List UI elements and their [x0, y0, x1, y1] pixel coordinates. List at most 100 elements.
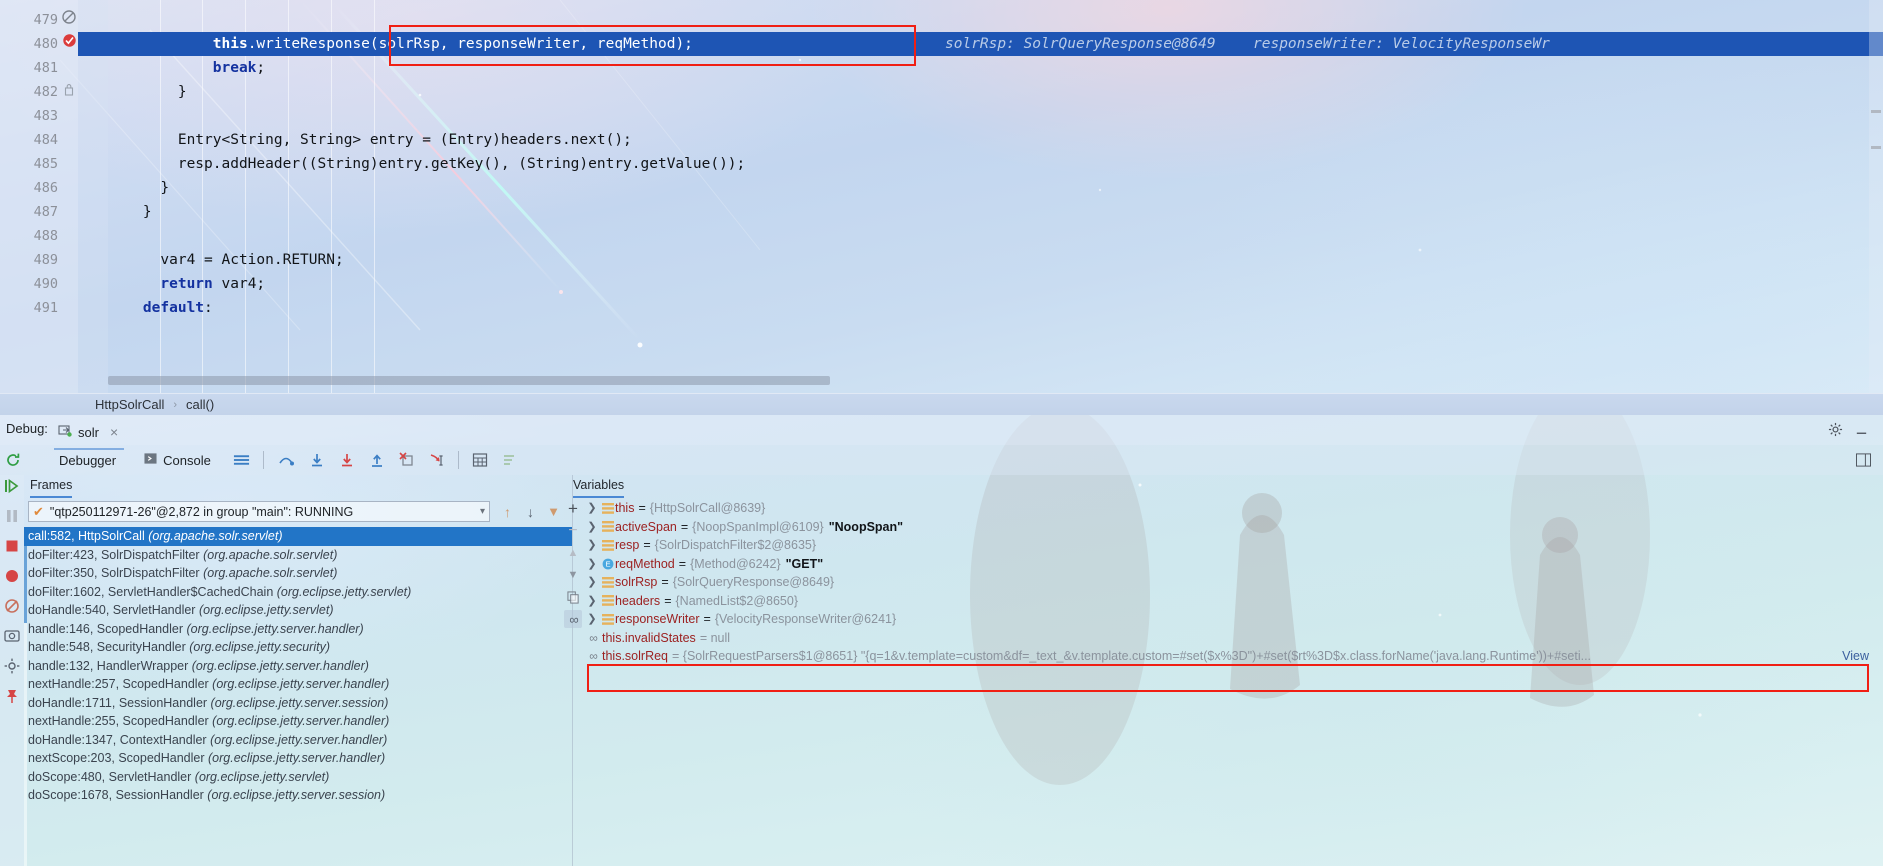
- frame-method: nextScope:203, ScopedHandler: [28, 751, 208, 765]
- view-link[interactable]: View: [1842, 647, 1869, 666]
- layout-icon[interactable]: [226, 445, 257, 475]
- close-icon[interactable]: ×: [110, 424, 118, 440]
- variables-tab-row[interactable]: Variables: [573, 475, 1883, 500]
- run-to-cursor-icon[interactable]: [422, 445, 452, 475]
- frame-row[interactable]: doFilter:350, SolrDispatchFilter (org.ap…: [24, 564, 572, 583]
- inlay-hint-solrrsp: solrRsp: SolrQueryResponse@8649: [945, 36, 1216, 52]
- variable-row[interactable]: ❯ this = {HttpSolrCall@8639}: [584, 499, 1883, 518]
- frame-row[interactable]: doFilter:423, SolrDispatchFilter (org.ap…: [24, 546, 572, 565]
- frame-row[interactable]: doScope:480, ServletHandler (org.eclipse…: [24, 768, 572, 787]
- pin-icon[interactable]: [3, 687, 21, 705]
- frame-package: (org.eclipse.jetty.server.handler): [186, 621, 364, 636]
- mute-breakpoints-rail-icon[interactable]: [3, 597, 21, 615]
- step-into-icon[interactable]: [302, 445, 332, 475]
- watch-row[interactable]: ∞ this.solrReq = {SolrRequestParsers$1@86…: [584, 647, 1883, 666]
- frame-row[interactable]: nextHandle:257, ScopedHandler (org.eclip…: [24, 675, 572, 694]
- variable-row[interactable]: ❯ resp = {SolrDispatchFilter$2@8635}: [584, 536, 1883, 555]
- breadcrumb-item-class[interactable]: HttpSolrCall: [95, 397, 164, 412]
- chevron-right-icon[interactable]: ❯: [584, 610, 600, 629]
- copy-icon[interactable]: [564, 588, 582, 606]
- chevron-right-icon[interactable]: ❯: [584, 518, 600, 537]
- chevron-right-icon[interactable]: ❯: [584, 555, 600, 574]
- breakpoint-icon[interactable]: [60, 32, 78, 56]
- variable-name: reqMethod: [615, 556, 675, 571]
- frame-row[interactable]: doHandle:1711, SessionHandler (org.eclip…: [24, 694, 572, 713]
- resume-program-icon[interactable]: [3, 477, 21, 495]
- gear-icon[interactable]: [1828, 422, 1843, 440]
- debug-toolbar[interactable]: Debugger Console: [0, 445, 1883, 475]
- frames-nav-buttons[interactable]: ↑ ↓ ▼: [496, 501, 565, 522]
- step-over-icon[interactable]: [270, 445, 302, 475]
- settings-rail-icon[interactable]: [3, 627, 21, 645]
- frame-row[interactable]: call:582, HttpSolrCall (org.apache.solr.…: [24, 527, 572, 546]
- step-out-icon[interactable]: [362, 445, 392, 475]
- chevron-right-icon[interactable]: ❯: [584, 573, 600, 592]
- arrow-up-icon[interactable]: ↑: [496, 504, 519, 520]
- move-up-icon[interactable]: ▲: [564, 544, 582, 562]
- variable-row[interactable]: ❯ EreqMethod = {Method@6242} "GET": [584, 555, 1883, 574]
- console-icon: [144, 452, 157, 468]
- arrow-down-icon[interactable]: ↓: [519, 504, 542, 520]
- disabled-breakpoint-icon[interactable]: [60, 8, 78, 32]
- pause-program-icon[interactable]: [3, 507, 21, 525]
- breadcrumb[interactable]: HttpSolrCall › call(): [0, 393, 1883, 415]
- variable-row[interactable]: ❯ headers = {NamedList$2@8650}: [584, 592, 1883, 611]
- variable-name: solrRsp: [615, 575, 658, 589]
- variable-row[interactable]: ❯ activeSpan = {NoopSpanImpl@6109} "NoopSpan…: [584, 518, 1883, 537]
- variables-rail[interactable]: + − ▲ ▼ ∞: [562, 499, 584, 866]
- toolbar-separator: [457, 451, 459, 469]
- variables-list[interactable]: ❯ this = {HttpSolrCall@8639} ❯ activeSpan = {No…: [584, 499, 1883, 866]
- chevron-right-icon[interactable]: ❯: [584, 499, 600, 518]
- stop-program-icon[interactable]: [3, 537, 21, 555]
- view-breakpoints-icon[interactable]: [3, 567, 21, 585]
- remove-watch-icon[interactable]: −: [564, 522, 582, 540]
- scrollbar-marker[interactable]: [1871, 110, 1881, 113]
- breadcrumb-item-method[interactable]: call(): [186, 397, 214, 412]
- frame-row[interactable]: doHandle:540, ServletHandler (org.eclips…: [24, 601, 572, 620]
- chevron-right-icon[interactable]: ❯: [584, 592, 600, 611]
- code-line: }: [108, 84, 187, 100]
- frames-tab-row[interactable]: Frames: [24, 475, 572, 500]
- watch-icon[interactable]: ∞: [564, 610, 582, 628]
- variable-row[interactable]: ❯ responseWriter = {VelocityResponseWriter@…: [584, 610, 1883, 629]
- minimize-icon[interactable]: [1854, 422, 1869, 441]
- frame-row[interactable]: handle:132, HandlerWrapper (org.eclipse.…: [24, 657, 572, 676]
- editor-gutter-folding[interactable]: [78, 0, 108, 393]
- debug-tool-window[interactable]: Debug: solr × Debugger Console Frames ✔ …: [0, 415, 1883, 866]
- frame-row[interactable]: doScope:1678, SessionHandler (org.eclips…: [24, 786, 572, 805]
- frames-list[interactable]: call:582, HttpSolrCall (org.apache.solr.…: [24, 527, 572, 866]
- drop-frame-icon[interactable]: [392, 445, 422, 475]
- frame-row[interactable]: nextScope:203, ScopedHandler (org.eclips…: [24, 749, 572, 768]
- tab-console[interactable]: Console: [137, 445, 218, 475]
- chevron-right-icon[interactable]: ❯: [584, 536, 600, 555]
- thread-selector[interactable]: ✔ "qtp250112971-26"@2,872 in group "main…: [28, 501, 490, 522]
- frame-row[interactable]: nextHandle:255, ScopedHandler (org.eclip…: [24, 712, 572, 731]
- tab-variables[interactable]: Variables: [573, 478, 625, 498]
- code-line: resp.addHeader((String)entry.getKey(), (…: [108, 156, 746, 172]
- scrollbar-marker[interactable]: [1871, 146, 1881, 149]
- evaluate-expression-icon[interactable]: [465, 445, 495, 475]
- frame-row[interactable]: doFilter:1602, ServletHandler$CachedChai…: [24, 583, 572, 602]
- move-down-icon[interactable]: ▼: [564, 566, 582, 584]
- code-editor[interactable]: 479 480 this.writeResponse(solrRsp, resp…: [0, 0, 1883, 393]
- field-icon: [600, 502, 615, 514]
- editor-hscrollbar-thumb[interactable]: [108, 376, 830, 385]
- editor-wallpaper: [0, 0, 1883, 393]
- force-step-into-icon[interactable]: [332, 445, 362, 475]
- tab-frames[interactable]: Frames: [30, 478, 73, 498]
- rerun-icon[interactable]: [0, 445, 28, 475]
- frame-row[interactable]: handle:548, SecurityHandler (org.eclipse…: [24, 638, 572, 657]
- debug-settings-gear-icon[interactable]: [3, 657, 21, 675]
- frame-method: nextHandle:257, ScopedHandler: [28, 677, 213, 691]
- frame-row[interactable]: handle:146, ScopedHandler (org.eclipse.j…: [24, 620, 572, 639]
- hide-icon[interactable]: [1849, 445, 1883, 475]
- svg-text:E: E: [605, 559, 610, 568]
- add-watch-icon[interactable]: +: [564, 499, 582, 518]
- chevron-down-icon[interactable]: ▾: [480, 506, 485, 517]
- frame-row[interactable]: doHandle:1347, ContextHandler (org.eclip…: [24, 731, 572, 750]
- editor-vscrollbar[interactable]: [1869, 0, 1883, 393]
- mute-breakpoints-icon[interactable]: [495, 445, 525, 475]
- tab-debugger[interactable]: Debugger: [52, 445, 123, 475]
- variable-row[interactable]: ❯ solrRsp = {SolrQueryResponse@8649}: [584, 573, 1883, 592]
- watch-row[interactable]: ∞ this.invalidStates = null: [584, 629, 1883, 648]
